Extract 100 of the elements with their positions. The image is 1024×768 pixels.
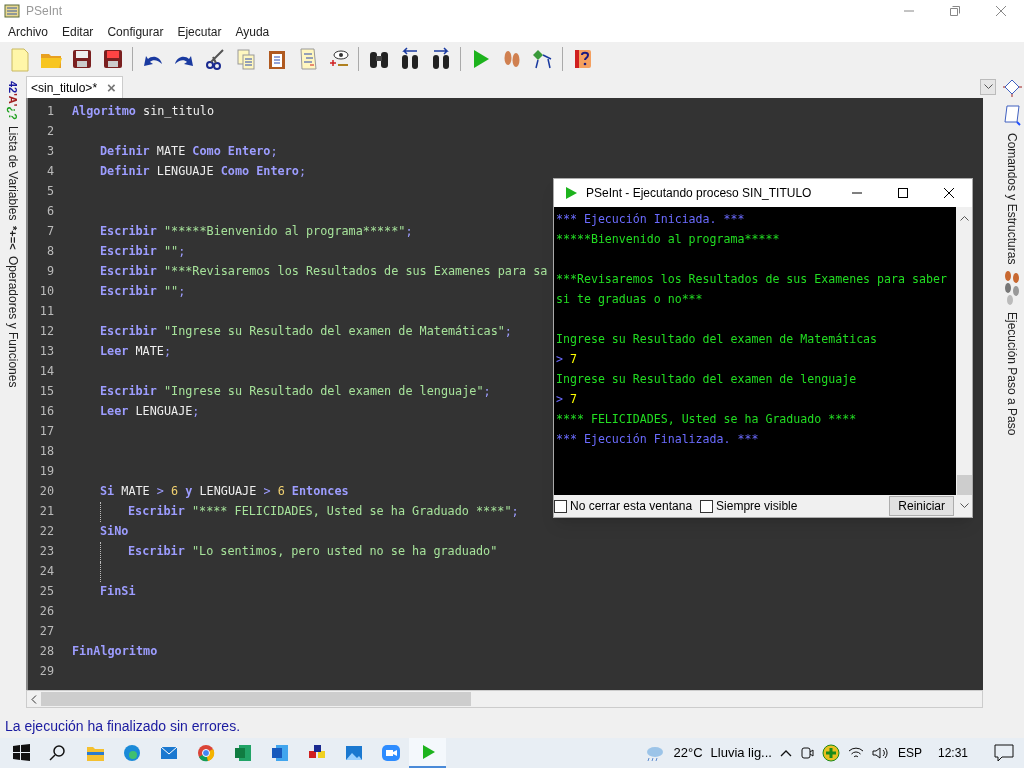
console-line: > 7 <box>556 351 578 368</box>
tab-label: <sin_titulo>* <box>31 79 98 97</box>
notification-icon[interactable] <box>994 744 1014 762</box>
console-title: PSeInt - Ejecutando proceso SIN_TITULO <box>586 185 812 202</box>
weather-text: Lluvia lig... <box>710 744 772 763</box>
code-line: Escribir ""; <box>100 243 186 261</box>
restore-icon <box>950 6 960 16</box>
close-icon <box>944 188 954 198</box>
line-number: 25 <box>38 583 54 601</box>
code-line: Escribir "Ingrese su Resultado del examen de lenguaje"; <box>100 383 491 401</box>
line-number: 19 <box>38 463 54 481</box>
line-number: 23 <box>38 543 54 561</box>
console-line: Ingrese su Resultado del examen de lenguaje <box>556 371 858 388</box>
checkbox-label: Siempre visible <box>716 498 798 515</box>
line-number: 1 <box>45 103 54 121</box>
line-number: 4 <box>45 163 54 181</box>
close-icon <box>996 6 1006 16</box>
menu-item[interactable]: Archivo <box>2 23 54 41</box>
line-number: 7 <box>45 223 54 241</box>
menu-item[interactable]: Ejecutar <box>171 23 228 41</box>
side-panel-tab[interactable]: Comandos y Estructuras <box>1001 133 1023 265</box>
menu-item[interactable]: Ayuda <box>229 23 276 41</box>
menu-item[interactable]: Configurar <box>101 23 170 41</box>
editor-tab[interactable]: <sin_titulo>* × <box>26 76 123 98</box>
code-line: Escribir "**** FELICIDADES, Usted se ha Graduado ****"; <box>128 503 519 521</box>
code-line: Leer MATE; <box>100 343 172 361</box>
code-line: SiNo <box>100 523 129 541</box>
code-line: Escribir "Lo sentimos, pero usted no se ha graduado" <box>128 543 498 561</box>
line-number: 26 <box>38 603 54 621</box>
code-line: Leer LENGUAJE; <box>100 403 200 421</box>
video-call-icon[interactable] <box>379 742 402 764</box>
console-line: Ingrese su Resultado del examen de Matemáticas <box>556 331 879 348</box>
decision-icon[interactable] <box>1002 79 1022 99</box>
window-title: PSeInt <box>26 3 63 20</box>
side-panel-tab[interactable]: Operadores y Funciones <box>2 255 24 388</box>
code-line: Algoritmo sin_titulo <box>72 103 215 121</box>
line-number: 9 <box>45 263 54 281</box>
line-number: 2 <box>45 123 54 141</box>
checkbox[interactable] <box>700 499 714 513</box>
line-number: 6 <box>45 203 54 221</box>
scroll-up-icon[interactable] <box>959 215 969 221</box>
menu-item[interactable]: Editar <box>56 23 100 41</box>
line-number: 8 <box>45 243 54 261</box>
code-line: Escribir ""; <box>100 283 186 301</box>
line-number: 21 <box>38 503 54 521</box>
line-number: 27 <box>38 623 54 641</box>
scrollbar-thumb[interactable] <box>956 475 972 495</box>
line-number: 29 <box>38 663 54 681</box>
vertical-scrollbar[interactable] <box>956 207 972 495</box>
footprints-icon[interactable] <box>1003 270 1021 307</box>
side-panel-tab[interactable]: Lista de Variables <box>2 125 24 221</box>
code-line: FinAlgoritmo <box>72 643 158 661</box>
console-line: *****Bienvenido al programa***** <box>556 231 781 248</box>
line-number: 5 <box>45 183 54 201</box>
line-number: 14 <box>38 363 54 381</box>
code-line: FinSi <box>100 583 136 601</box>
line-number: 24 <box>38 563 54 581</box>
console-line: *** Ejecución Iniciada. *** <box>556 211 746 228</box>
wifi-icon[interactable] <box>847 746 864 760</box>
line-number: 16 <box>38 403 54 421</box>
scroll-left-icon[interactable] <box>31 694 37 704</box>
line-number: 20 <box>38 483 54 501</box>
clock[interactable]: 12:31 <box>937 744 968 762</box>
line-number: 28 <box>38 643 54 661</box>
horizontal-scrollbar[interactable] <box>26 690 983 708</box>
line-number: 22 <box>38 523 54 541</box>
side-panel-tab[interactable]: Ejecución Paso a Paso <box>1001 312 1023 436</box>
code-line: Escribir "*****Bienvenido al programa*****"; <box>100 223 413 241</box>
console-line: ***Revisaremos los Resultados de sus Examenes para saber si te graduas o no*** <box>556 271 948 308</box>
language-indicator[interactable]: ESP <box>897 744 922 762</box>
dropdown-button[interactable] <box>980 79 996 95</box>
speaker-icon[interactable] <box>871 746 890 760</box>
chevron-up-icon[interactable] <box>779 749 792 757</box>
app-icon <box>4 3 20 19</box>
maximize-icon <box>898 188 908 198</box>
line-number: 3 <box>45 143 54 161</box>
console-line: **** FELICIDADES, Usted se ha Graduado **** <box>556 411 858 428</box>
plus-badge-icon[interactable] <box>821 744 840 762</box>
scroll-down-icon[interactable] <box>959 503 969 509</box>
code-line: Definir LENGUAJE Como Entero; <box>100 163 306 181</box>
panel-icon[interactable]: 42'A'¿? <box>6 81 20 120</box>
line-number: 11 <box>38 303 54 321</box>
line-number: 12 <box>38 323 54 341</box>
checkbox[interactable] <box>554 499 567 513</box>
line-number: 15 <box>38 383 54 401</box>
checkbox-label: No cerrar esta ventana <box>570 498 693 515</box>
line-number: 18 <box>38 443 54 461</box>
code-line: Escribir "***Revisaremos los Resultados de sus Examenes para sa <box>100 263 548 281</box>
chevron-down-icon <box>983 84 993 90</box>
line-number: 10 <box>38 283 54 301</box>
tab-close-button[interactable]: × <box>107 80 116 95</box>
play-icon <box>564 186 578 200</box>
code-line: Definir MATE Como Entero; <box>100 143 278 161</box>
status-message: La ejecución ha finalizado sin errores. <box>5 717 241 736</box>
scrollbar-thumb[interactable] <box>41 692 471 706</box>
restart-button[interactable]: Reiniciar <box>889 496 954 516</box>
output-icon[interactable] <box>1002 105 1022 127</box>
panel-icon[interactable]: *+=< <box>6 226 20 250</box>
console-line: > 7 <box>556 391 578 408</box>
console-line: *** Ejecución Finalizada. *** <box>556 431 760 448</box>
